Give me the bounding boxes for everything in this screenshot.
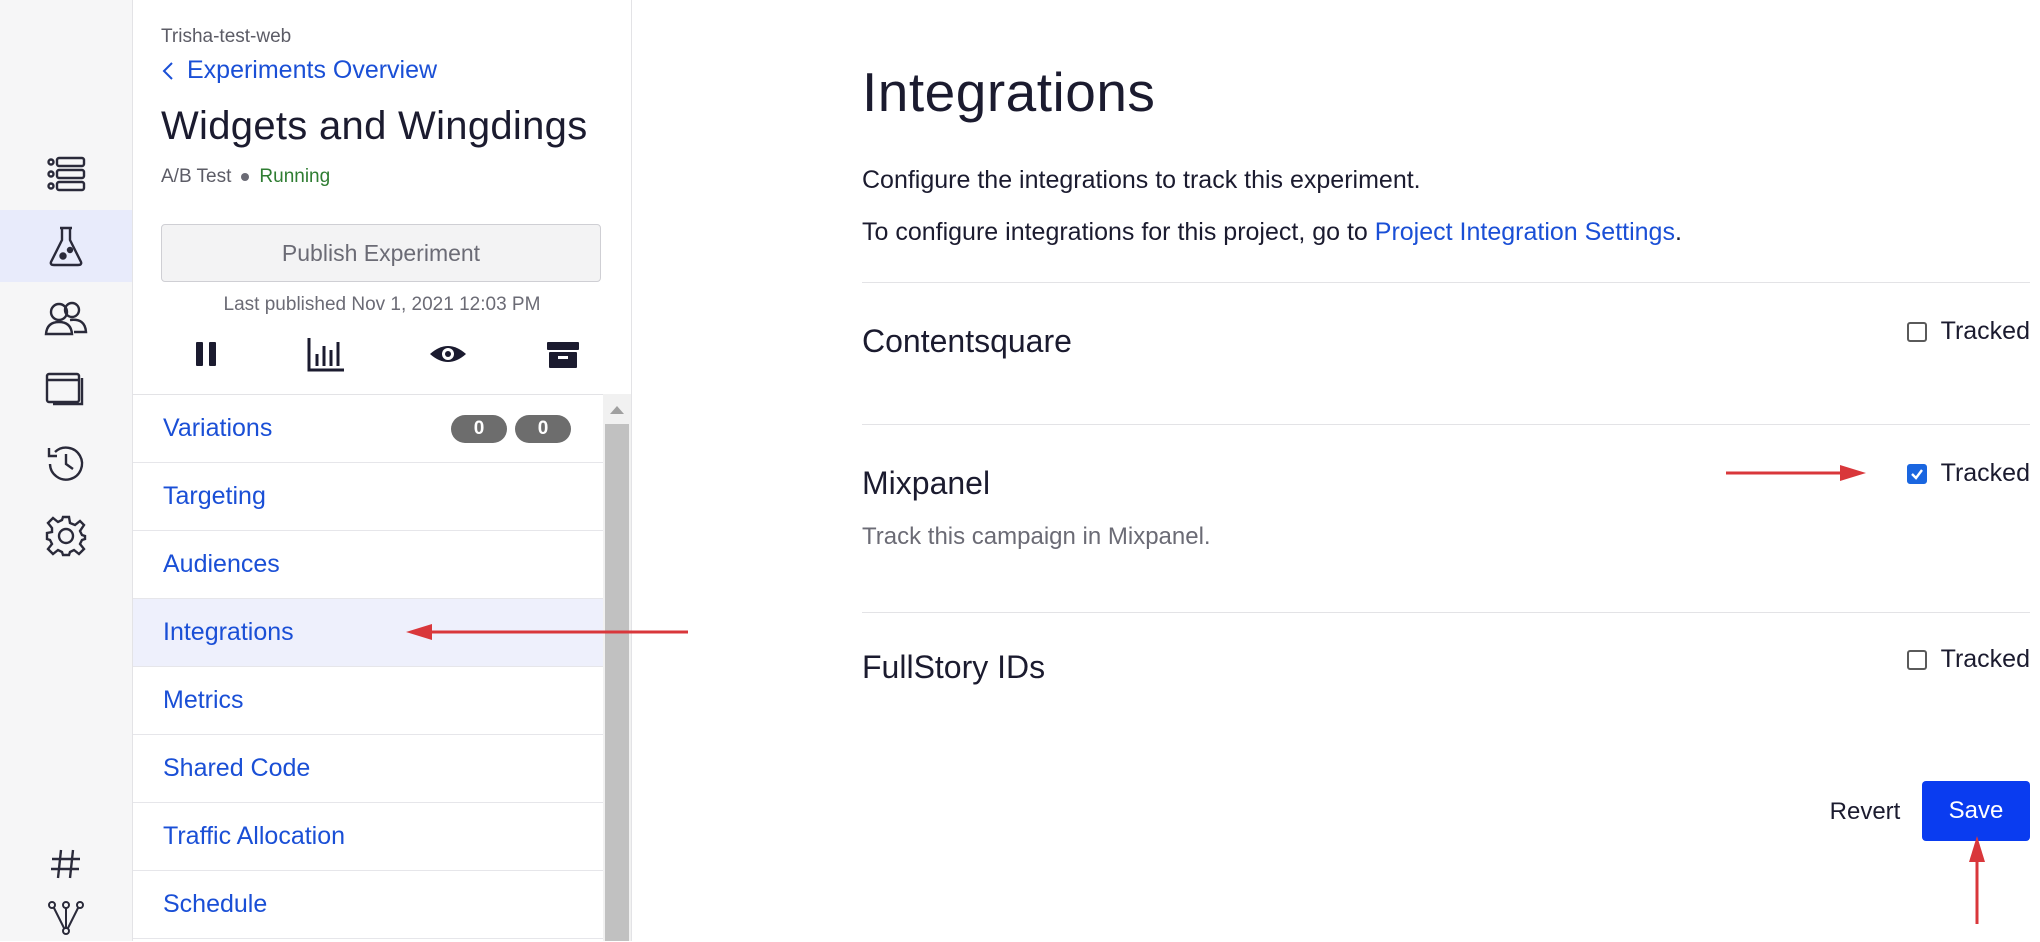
experiment-toolbar xyxy=(161,332,601,376)
network-icon xyxy=(48,901,84,935)
status-badge: Running xyxy=(259,166,331,187)
settings-note-prefix: To configure integrations for this proje… xyxy=(862,218,1375,246)
pages-nav[interactable] xyxy=(0,352,132,424)
audiences-icon xyxy=(44,301,88,336)
pages-icon xyxy=(45,372,84,406)
nav-item-label: Integrations xyxy=(163,618,294,646)
archive-button[interactable] xyxy=(541,332,585,376)
nav-item-label: Metrics xyxy=(163,686,244,714)
icon-rail xyxy=(0,0,133,941)
tracked-toggle[interactable]: Tracked xyxy=(1906,459,2030,488)
status-dot xyxy=(241,173,250,181)
back-link-label: Experiments Overview xyxy=(187,56,438,84)
project-settings-note: To configure integrations for this proje… xyxy=(862,218,1682,247)
experiment-panel: Trisha-test-web Experiments Overview Wid… xyxy=(133,0,632,941)
tracked-label: Tracked xyxy=(1940,459,2030,487)
nav-item-metrics[interactable]: Metrics xyxy=(133,667,603,735)
nav-item-audiences[interactable]: Audiences xyxy=(133,531,603,599)
results-icon xyxy=(307,338,344,372)
integration-row-mixpanel: Mixpanel Track this campaign in Mixpanel… xyxy=(862,424,2030,613)
page-description: Configure the integrations to track this… xyxy=(862,166,1421,194)
tracked-label: Tracked xyxy=(1940,645,2030,673)
pause-button[interactable] xyxy=(184,332,228,376)
check-icon xyxy=(1910,468,1923,480)
experiment-title: Widgets and Wingdings xyxy=(161,104,588,148)
nav-item-variations[interactable]: Variations 0 0 xyxy=(133,395,603,463)
nav-item-traffic-allocation[interactable]: Traffic Allocation xyxy=(133,803,603,871)
network-nav[interactable] xyxy=(0,894,132,940)
nav-item-shared-code[interactable]: Shared Code xyxy=(133,735,603,803)
tracked-checkbox[interactable] xyxy=(1906,463,1927,484)
tracked-toggle[interactable]: Tracked xyxy=(1906,645,2030,674)
nav-scrollbar[interactable] xyxy=(603,394,631,941)
archive-icon xyxy=(547,342,579,368)
nav-item-label: Shared Code xyxy=(163,754,311,782)
settings-nav[interactable] xyxy=(0,500,132,572)
project-name: Trisha-test-web xyxy=(161,26,292,47)
nav-item-label: Audiences xyxy=(163,550,280,578)
preview-button[interactable] xyxy=(426,332,470,376)
publish-experiment-button[interactable]: Publish Experiment xyxy=(161,224,601,282)
integration-name: Contentsquare xyxy=(862,323,1072,359)
nav-item-label: Schedule xyxy=(163,890,268,918)
settings-note-suffix: . xyxy=(1674,218,1682,246)
experiment-meta: A/B Test Running xyxy=(161,166,330,188)
nav-item-integrations[interactable]: Integrations xyxy=(133,599,603,667)
chevron-left-icon xyxy=(162,61,173,80)
tracked-checkbox[interactable] xyxy=(1906,649,1927,670)
history-icon xyxy=(47,446,84,481)
hash-nav[interactable] xyxy=(0,838,132,890)
revert-button[interactable]: Revert xyxy=(1810,782,1920,842)
settings-icon xyxy=(45,515,87,557)
tracked-label: Tracked xyxy=(1940,317,2030,345)
project-integration-settings-link[interactable]: Project Integration Settings xyxy=(1375,218,1675,246)
experiment-type: A/B Test xyxy=(161,166,232,187)
integration-row-fullstory-ids: FullStory IDs Tracked xyxy=(862,612,2030,763)
experiment-nav[interactable] xyxy=(0,210,132,282)
integration-row-contentsquare: Contentsquare Tracked xyxy=(862,282,2030,425)
nav-item-label: Traffic Allocation xyxy=(163,822,346,850)
tracked-checkbox[interactable] xyxy=(1906,321,1927,342)
nav-item-schedule[interactable]: Schedule xyxy=(133,871,603,939)
experiments-list-icon xyxy=(47,156,86,192)
flask-icon xyxy=(49,226,83,267)
nav-item-label: Variations xyxy=(163,414,273,442)
pause-icon xyxy=(196,342,216,366)
page-title: Integrations xyxy=(862,61,1156,123)
hash-icon xyxy=(51,849,80,879)
count-badge: 0 xyxy=(451,415,507,443)
results-button[interactable] xyxy=(304,332,348,376)
scroll-up-arrow[interactable] xyxy=(610,406,624,414)
experiments-list-nav[interactable] xyxy=(0,138,132,210)
nav-item-targeting[interactable]: Targeting xyxy=(133,463,603,531)
experiment-nav-list: Variations 0 0 Targeting Audiences Integ… xyxy=(133,394,603,942)
main-content: Integrations Configure the integrations … xyxy=(632,0,2040,941)
preview-icon xyxy=(430,346,466,362)
audiences-nav[interactable] xyxy=(0,282,132,354)
tracked-toggle[interactable]: Tracked xyxy=(1906,317,2030,346)
integration-name: Mixpanel xyxy=(862,465,991,501)
save-button[interactable]: Save xyxy=(1922,781,2030,841)
nav-item-label: Targeting xyxy=(163,482,266,510)
integration-name: FullStory IDs xyxy=(862,649,1046,685)
history-nav[interactable] xyxy=(0,428,132,500)
scroll-thumb[interactable] xyxy=(605,424,629,941)
experiments-overview-link[interactable]: Experiments Overview xyxy=(161,56,437,85)
variation-badges: 0 0 xyxy=(451,415,571,443)
count-badge: 0 xyxy=(515,415,571,443)
last-published-text: Last published Nov 1, 2021 12:03 PM xyxy=(223,294,541,315)
integration-description: Track this campaign in Mixpanel. xyxy=(862,523,1211,550)
